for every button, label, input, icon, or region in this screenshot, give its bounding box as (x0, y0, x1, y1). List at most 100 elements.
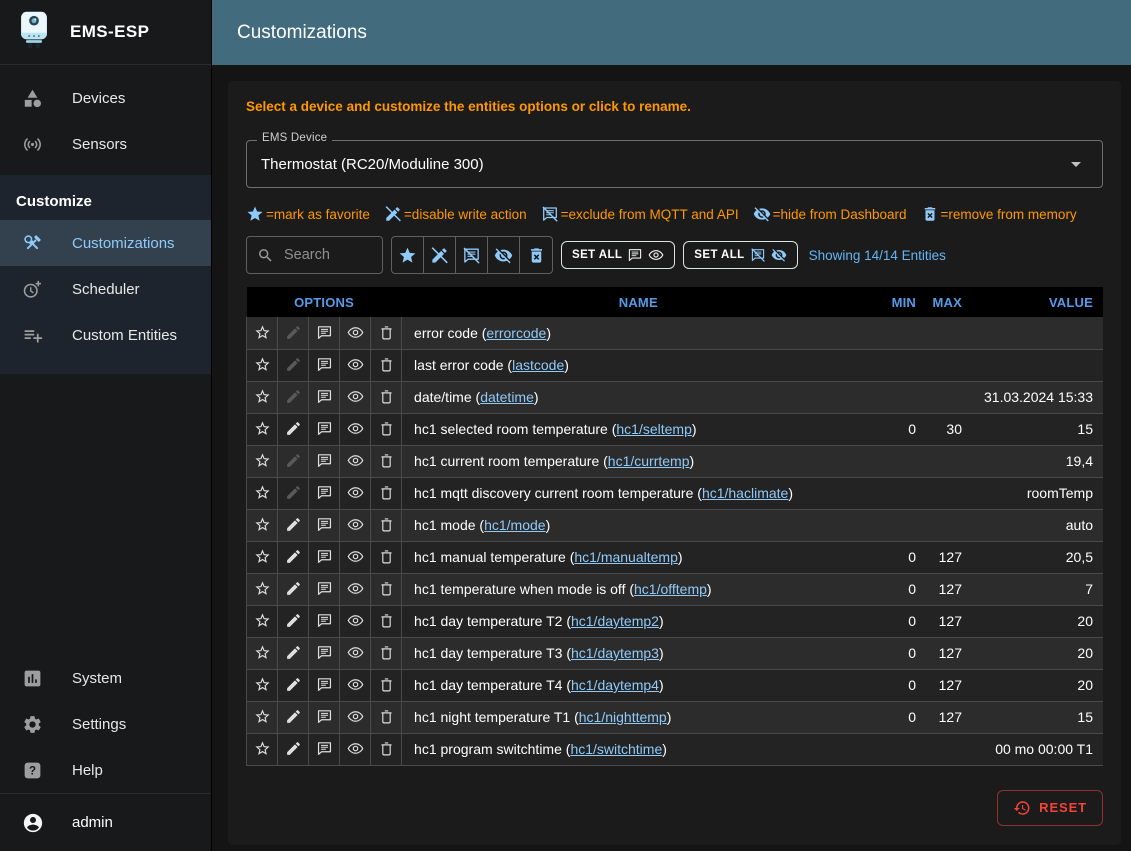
filter-remove-memory-button[interactable] (520, 237, 552, 273)
search-input[interactable] (282, 246, 372, 264)
favorite-entity-button[interactable] (247, 669, 278, 701)
visibility-entity-button[interactable] (340, 381, 371, 413)
entity-link[interactable]: lastcode (512, 357, 564, 373)
sidebar-item-sensors[interactable]: Sensors (0, 121, 211, 167)
mqtt-entity-button[interactable] (309, 541, 340, 573)
ems-device-select[interactable]: EMS Device Thermostat (RC20/Moduline 300… (246, 140, 1103, 188)
favorite-entity-button[interactable] (247, 509, 278, 541)
mqtt-entity-button[interactable] (309, 701, 340, 733)
visibility-entity-button[interactable] (340, 413, 371, 445)
reset-button[interactable]: RESET (997, 790, 1103, 826)
entity-link[interactable]: hc1/manualtemp (574, 549, 678, 565)
mqtt-entity-button[interactable] (309, 637, 340, 669)
mqtt-entity-button[interactable] (309, 349, 340, 381)
edit-entity-button[interactable] (278, 541, 309, 573)
entity-link[interactable]: hc1/daytemp3 (571, 645, 659, 661)
set-all-hide-button[interactable]: SET ALL (683, 241, 797, 269)
visibility-entity-button[interactable] (340, 605, 371, 637)
sidebar-item-help[interactable]: ?Help (0, 747, 211, 793)
sidebar-item-scheduler[interactable]: Scheduler (0, 266, 211, 312)
visibility-entity-button[interactable] (340, 349, 371, 381)
sidebar-item-customizations[interactable]: Customizations (0, 220, 211, 266)
visibility-entity-button[interactable] (340, 637, 371, 669)
mqtt-entity-button[interactable] (309, 381, 340, 413)
sidebar-item-devices[interactable]: Devices (0, 75, 211, 121)
edit-entity-button[interactable] (278, 701, 309, 733)
filter-hide-dashboard-button[interactable] (488, 237, 520, 273)
delete-entity-button[interactable] (371, 413, 402, 445)
entity-link[interactable]: hc1/nighttemp (579, 709, 667, 725)
entity-link[interactable]: hc1/seltemp (616, 421, 691, 437)
mqtt-entity-button[interactable] (309, 445, 340, 477)
filter-exclude-mqtt-button[interactable] (456, 237, 488, 273)
edit-entity-button[interactable] (278, 637, 309, 669)
delete-entity-button[interactable] (371, 477, 402, 509)
visibility-entity-button[interactable] (340, 541, 371, 573)
visibility-entity-button[interactable] (340, 573, 371, 605)
delete-entity-button[interactable] (371, 637, 402, 669)
entity-link[interactable]: hc1/mode (484, 517, 545, 533)
delete-entity-button[interactable] (371, 573, 402, 605)
chevron-down-icon[interactable] (1064, 152, 1088, 176)
visibility-entity-button[interactable] (340, 733, 371, 765)
edit-entity-button[interactable] (278, 605, 309, 637)
favorite-entity-button[interactable] (247, 317, 278, 349)
visibility-entity-button[interactable] (340, 669, 371, 701)
favorite-entity-button[interactable] (247, 349, 278, 381)
mqtt-entity-button[interactable] (309, 669, 340, 701)
mqtt-entity-button[interactable] (309, 605, 340, 637)
entity-link[interactable]: hc1/offtemp (634, 581, 707, 597)
favorite-entity-button[interactable] (247, 733, 278, 765)
delete-entity-button[interactable] (371, 541, 402, 573)
sidebar-item-settings[interactable]: Settings (0, 701, 211, 747)
delete-entity-button[interactable] (371, 669, 402, 701)
edit-entity-button[interactable] (278, 413, 309, 445)
favorite-entity-button[interactable] (247, 637, 278, 669)
favorite-entity-button[interactable] (247, 477, 278, 509)
delete-entity-button[interactable] (371, 317, 402, 349)
edit-entity-button[interactable] (278, 509, 309, 541)
mqtt-entity-button[interactable] (309, 509, 340, 541)
mqtt-entity-button[interactable] (309, 733, 340, 765)
entity-link[interactable]: hc1/haclimate (702, 485, 788, 501)
mqtt-entity-button[interactable] (309, 573, 340, 605)
delete-entity-button[interactable] (371, 381, 402, 413)
favorite-entity-button[interactable] (247, 413, 278, 445)
sidebar-item-custom-entities[interactable]: Custom Entities (0, 312, 211, 358)
favorite-entity-button[interactable] (247, 381, 278, 413)
favorite-entity-button[interactable] (247, 541, 278, 573)
entity-link[interactable]: errorcode (486, 325, 546, 341)
entity-link[interactable]: hc1/daytemp4 (571, 677, 659, 693)
visibility-entity-button[interactable] (340, 509, 371, 541)
delete-entity-button[interactable] (371, 509, 402, 541)
entity-link[interactable]: datetime (480, 389, 534, 405)
delete-entity-button[interactable] (371, 445, 402, 477)
filter-favorite-button[interactable] (392, 237, 424, 273)
favorite-entity-button[interactable] (247, 445, 278, 477)
delete-entity-button[interactable] (371, 733, 402, 765)
edit-entity-button[interactable] (278, 733, 309, 765)
set-all-show-button[interactable]: SET ALL (561, 241, 675, 269)
favorite-entity-button[interactable] (247, 573, 278, 605)
entity-link[interactable]: hc1/currtemp (608, 453, 690, 469)
favorite-entity-button[interactable] (247, 605, 278, 637)
mqtt-entity-button[interactable] (309, 477, 340, 509)
edit-entity-button[interactable] (278, 573, 309, 605)
entity-link[interactable]: hc1/switchtime (570, 741, 662, 757)
mqtt-entity-button[interactable] (309, 413, 340, 445)
favorite-entity-button[interactable] (247, 701, 278, 733)
search-field[interactable] (246, 236, 383, 274)
visibility-entity-button[interactable] (340, 445, 371, 477)
visibility-entity-button[interactable] (340, 317, 371, 349)
entity-link[interactable]: hc1/daytemp2 (571, 613, 659, 629)
mqtt-entity-button[interactable] (309, 317, 340, 349)
delete-entity-button[interactable] (371, 701, 402, 733)
visibility-entity-button[interactable] (340, 477, 371, 509)
delete-entity-button[interactable] (371, 349, 402, 381)
edit-entity-button[interactable] (278, 669, 309, 701)
delete-entity-button[interactable] (371, 605, 402, 637)
sidebar-item-system[interactable]: System (0, 655, 211, 701)
visibility-entity-button[interactable] (340, 701, 371, 733)
filter-disable-write-button[interactable] (424, 237, 456, 273)
sidebar-user-item[interactable]: admin (0, 794, 211, 851)
